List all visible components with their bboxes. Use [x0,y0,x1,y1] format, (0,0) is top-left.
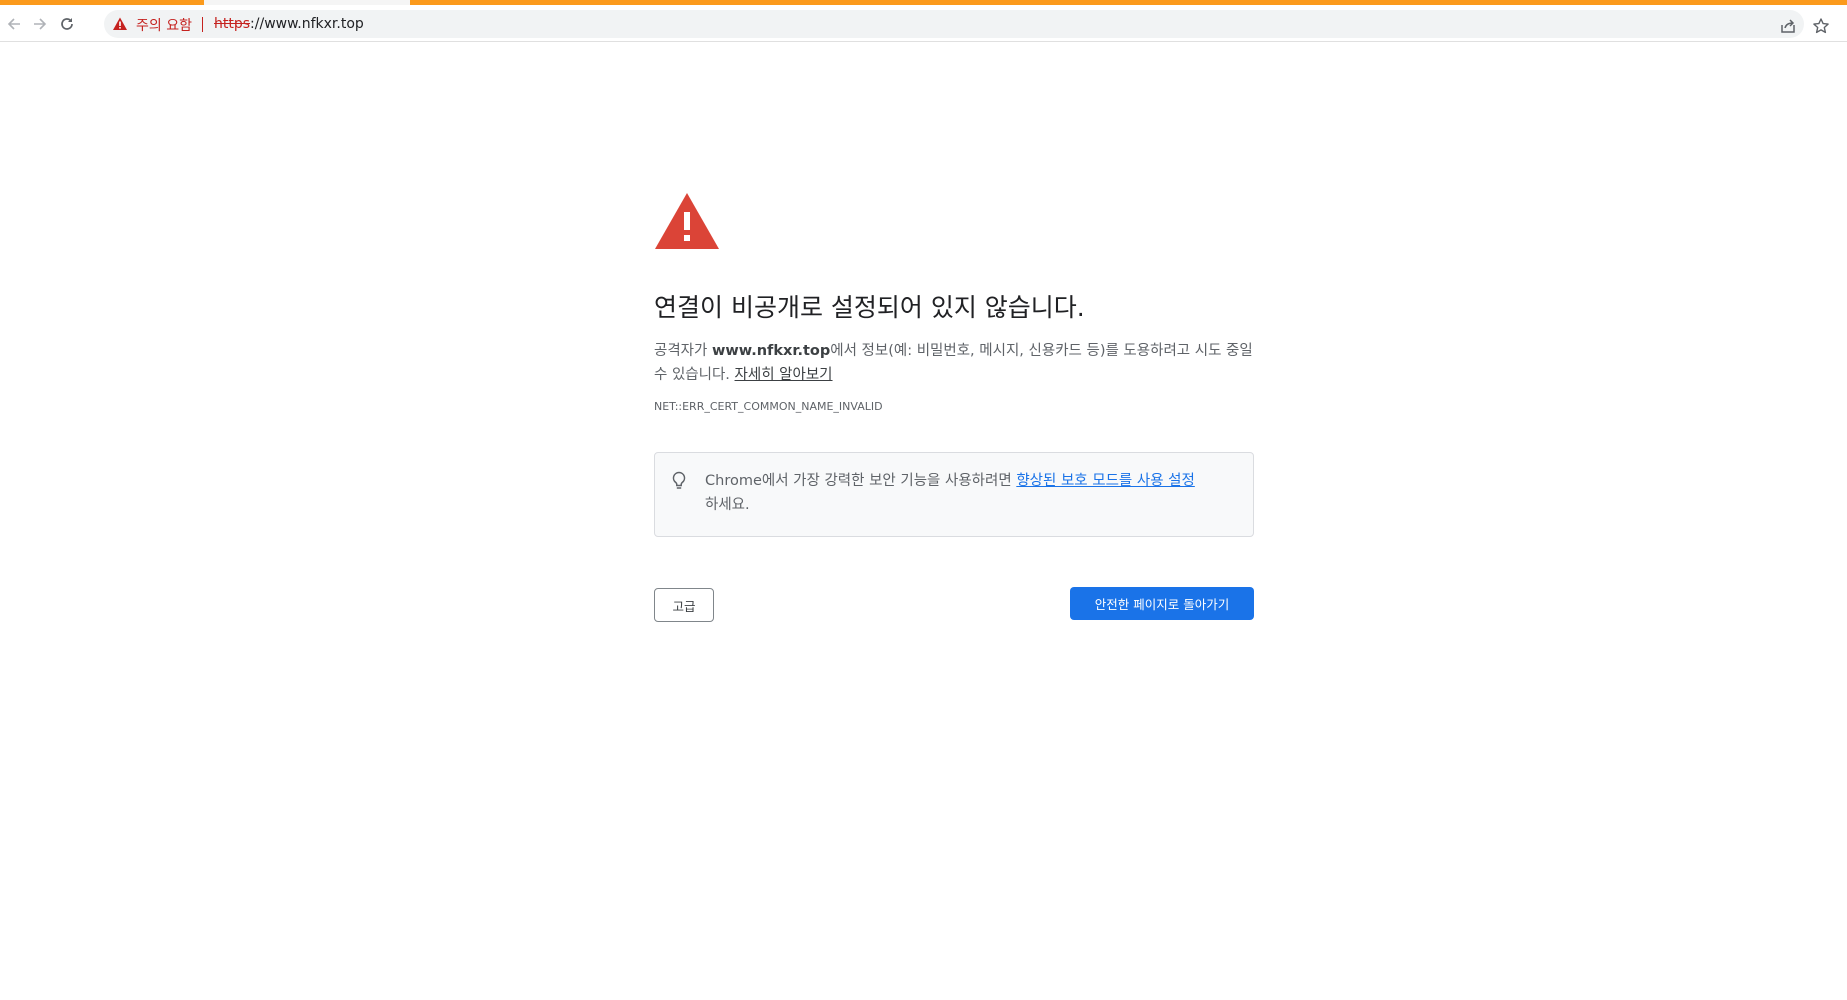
enhanced-protection-link[interactable]: 향상된 보호 모드를 사용 설정 [1016,473,1195,489]
share-icon[interactable] [1779,17,1797,35]
security-status-label[interactable]: 주의 요함 [136,15,192,35]
warning-triangle-icon [655,193,719,249]
forward-button[interactable] [27,11,53,37]
enhanced-protection-tip: Chrome에서 가장 강력한 보안 기능을 사용하려면 향상된 보호 모드를 … [654,452,1254,537]
star-icon[interactable] [1812,17,1830,35]
lightbulb-icon [672,471,686,489]
learn-more-link[interactable]: 자세히 알아보기 [735,367,833,383]
tip-suffix: 하세요. [705,497,750,513]
url-text[interactable]: https://www.nfkxr.top [214,16,364,32]
security-divider [202,17,203,32]
arrow-left-icon [7,18,20,30]
explanation-prefix: 공격자가 [654,343,712,359]
address-bar[interactable]: 주의 요함 https://www.nfkxr.top [104,10,1804,38]
tip-text: Chrome에서 가장 강력한 보안 기능을 사용하려면 향상된 보호 모드를 … [705,469,1245,517]
tip-prefix: Chrome에서 가장 강력한 보안 기능을 사용하려면 [705,473,1017,489]
arrow-right-icon [34,18,47,30]
warning-triangle-icon[interactable] [112,16,128,32]
explanation-text: 공격자가 www.nfkxr.top에서 정보(예: 비밀번호, 메시지, 신용… [654,339,1254,387]
page-title: 연결이 비공개로 설정되어 있지 않습니다. [654,293,1085,322]
back-to-safety-button[interactable]: 안전한 페이지로 돌아가기 [1070,587,1254,620]
url-host: ://www.nfkxr.top [250,16,364,32]
back-button[interactable] [1,11,27,37]
advanced-button[interactable]: 고급 [654,588,714,622]
browser-toolbar: 주의 요함 https://www.nfkxr.top [0,5,1847,42]
error-code[interactable]: NET::ERR_CERT_COMMON_NAME_INVALID [654,400,883,413]
reload-button[interactable] [54,11,80,37]
url-scheme: https [214,16,251,32]
explanation-host: www.nfkxr.top [711,343,831,359]
reload-icon [61,18,73,30]
